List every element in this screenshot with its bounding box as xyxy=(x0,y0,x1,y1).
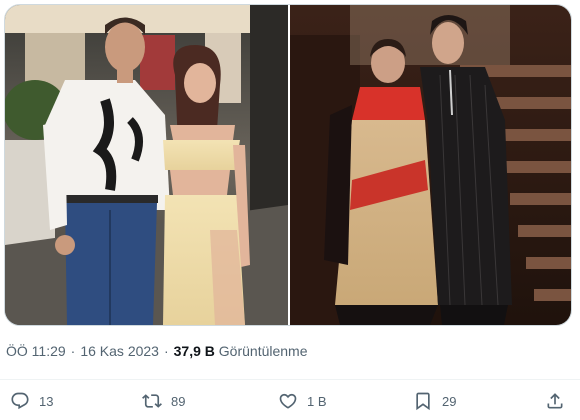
like-button[interactable]: 1 B xyxy=(278,383,327,419)
divider xyxy=(0,379,580,380)
bookmark-button[interactable]: 29 xyxy=(413,383,456,419)
photo-right-image xyxy=(290,5,571,325)
reply-button[interactable]: 13 xyxy=(10,383,53,419)
retweet-icon xyxy=(142,394,162,408)
share-button[interactable] xyxy=(545,383,565,419)
photo-left[interactable] xyxy=(5,5,288,325)
views-count: 37,9 B xyxy=(173,343,215,359)
share-icon xyxy=(547,393,563,409)
photo-left-image xyxy=(5,5,288,325)
views-label: Görüntülenme xyxy=(218,343,308,359)
tweet-meta: ÖÖ 11:29 · 16 Kas 2023 · 37,9 B Görüntülenme xyxy=(6,341,308,361)
retweet-count: 89 xyxy=(171,393,186,409)
bookmark-icon xyxy=(416,392,430,411)
action-bar: 13 89 1 B 29 xyxy=(0,383,580,419)
bookmark-count: 29 xyxy=(442,393,457,409)
media-grid xyxy=(4,4,572,326)
reply-count: 13 xyxy=(39,393,54,409)
meta-separator: · xyxy=(70,343,76,359)
tweet-date[interactable]: 16 Kas 2023 xyxy=(80,343,159,359)
retweet-button[interactable]: 89 xyxy=(142,383,185,419)
reply-icon xyxy=(11,392,29,410)
tweet-detail: ÖÖ 11:29 · 16 Kas 2023 · 37,9 B Görüntülenme… xyxy=(0,0,580,420)
like-count: 1 B xyxy=(307,393,327,409)
meta-separator: · xyxy=(163,343,169,359)
tweet-time[interactable]: ÖÖ 11:29 xyxy=(6,343,66,359)
heart-icon xyxy=(279,393,297,409)
photo-right[interactable] xyxy=(290,5,571,325)
